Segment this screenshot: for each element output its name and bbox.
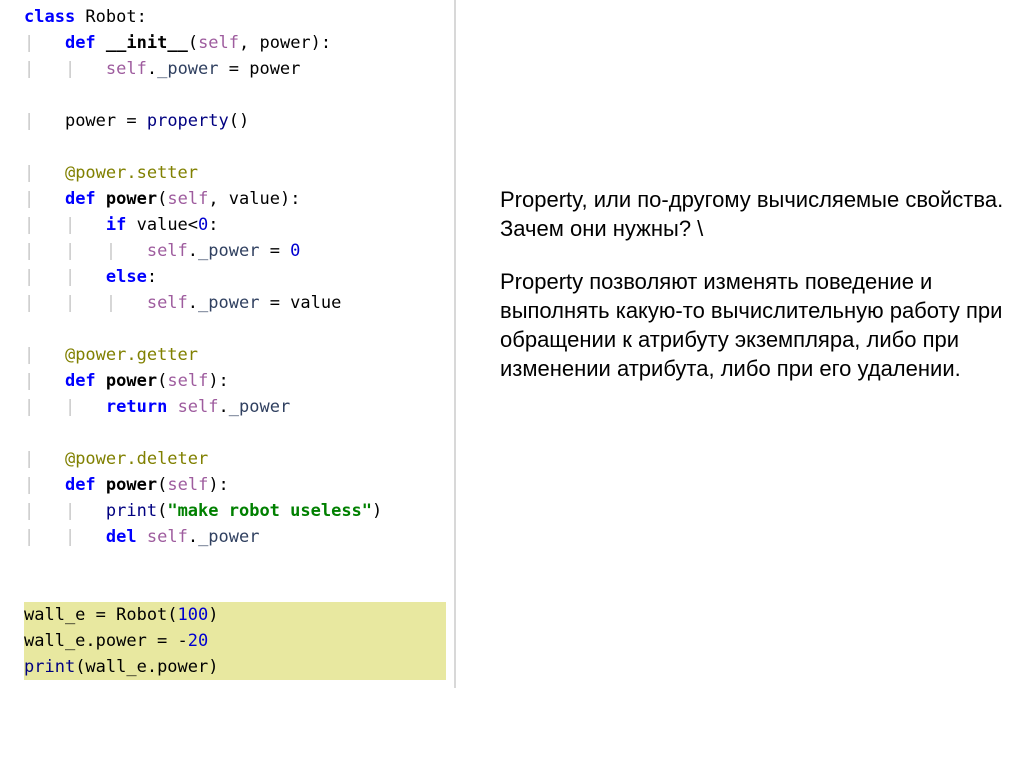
code-line — [24, 316, 446, 342]
paragraph-2: Property позволяют изменять поведение и … — [500, 267, 1024, 383]
code-line: | power = property() — [24, 108, 446, 134]
code-line — [24, 576, 446, 602]
code-line: | def power(self, value): — [24, 186, 446, 212]
code-line: | | | self._power = value — [24, 290, 446, 316]
code-line: | | | self._power = 0 — [24, 238, 446, 264]
code-line: | | del self._power — [24, 524, 446, 550]
code-line: | @power.setter — [24, 160, 446, 186]
code-line: | | self._power = power — [24, 56, 446, 82]
code-line: wall_e = Robot(100) — [24, 602, 446, 628]
code-line — [24, 82, 446, 108]
code-line — [24, 134, 446, 160]
code-line: | def __init__(self, power): — [24, 30, 446, 56]
code-line: wall_e.power = -20 — [24, 628, 446, 654]
code-line: | @power.deleter — [24, 446, 446, 472]
code-line: | @power.getter — [24, 342, 446, 368]
code-line: | | print("make robot useless") — [24, 498, 446, 524]
code-line: | def power(self): — [24, 368, 446, 394]
code-line: class Robot: — [24, 4, 446, 30]
code-line — [24, 550, 446, 576]
code-line: | | else: — [24, 264, 446, 290]
code-line: | | if value<0: — [24, 212, 446, 238]
code-line: print(wall_e.power) — [24, 654, 446, 680]
code-line — [24, 420, 446, 446]
code-panel: class Robot:| def __init__(self, power):… — [16, 0, 456, 688]
slide: class Robot:| def __init__(self, power):… — [0, 0, 1024, 767]
text-panel: Property, или по-другому вычисляемые сво… — [500, 185, 1024, 407]
code-line: | def power(self): — [24, 472, 446, 498]
code-block: class Robot:| def __init__(self, power):… — [24, 4, 446, 680]
paragraph-1: Property, или по-другому вычисляемые сво… — [500, 185, 1024, 243]
code-line: | | return self._power — [24, 394, 446, 420]
